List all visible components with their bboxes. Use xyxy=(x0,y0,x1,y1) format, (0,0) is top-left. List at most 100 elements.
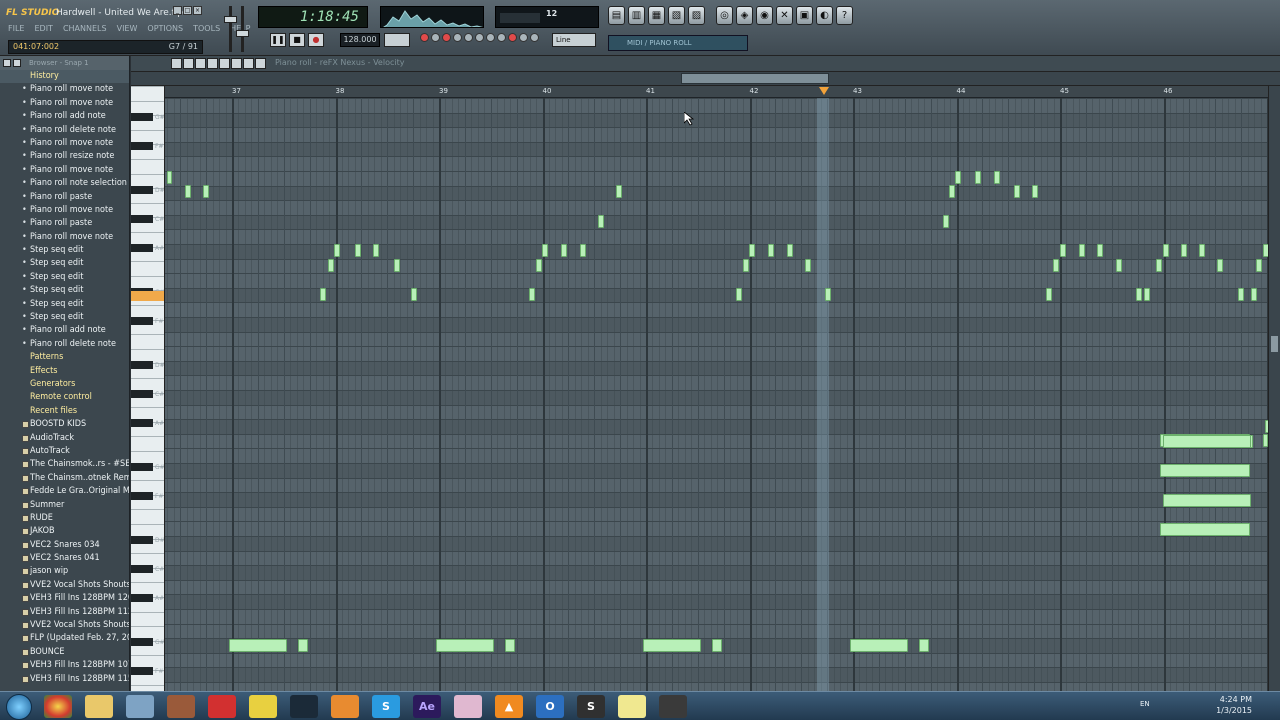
note[interactable] xyxy=(919,639,929,652)
black-key[interactable] xyxy=(131,565,153,574)
history-item[interactable]: Piano roll paste xyxy=(0,191,129,204)
play-pause-button[interactable]: ❚❚ xyxy=(270,33,286,47)
recent-file-item[interactable]: VVE2 Vocal Shots Shouts 24 xyxy=(0,619,129,632)
norton-icon[interactable] xyxy=(249,695,277,718)
browser-folder[interactable]: Effects xyxy=(0,365,129,378)
toggle-led[interactable] xyxy=(442,33,451,42)
minimize-icon[interactable]: _ xyxy=(173,6,182,15)
online-icon[interactable]: ◐ xyxy=(816,6,833,25)
black-key[interactable] xyxy=(131,185,153,194)
note[interactable] xyxy=(743,259,749,272)
recent-file-item[interactable]: jason wip xyxy=(0,565,129,578)
menu-item[interactable]: VIEW xyxy=(117,24,138,36)
history-item[interactable]: Piano roll resize note xyxy=(0,150,129,163)
note[interactable] xyxy=(203,185,209,198)
browser-app-icon[interactable] xyxy=(454,695,482,718)
note[interactable] xyxy=(1238,288,1244,301)
note[interactable] xyxy=(805,259,811,272)
piano-icon[interactable]: ◉ xyxy=(756,6,773,25)
recent-file-item[interactable]: VEH3 Fill Ins 128BPM 120 xyxy=(0,592,129,605)
history-item[interactable]: Piano roll delete note xyxy=(0,338,129,351)
note[interactable] xyxy=(355,244,361,257)
black-key[interactable] xyxy=(131,667,153,676)
black-key[interactable] xyxy=(131,390,153,398)
browser-folder[interactable]: Remote control xyxy=(0,391,129,404)
history-item[interactable]: Piano roll add note xyxy=(0,324,129,337)
note[interactable] xyxy=(1256,259,1262,272)
recent-file-item[interactable]: Fedde Le Gra..Original Mix) xyxy=(0,485,129,498)
note[interactable] xyxy=(167,171,172,184)
app-icon[interactable] xyxy=(208,695,236,718)
recent-file-item[interactable]: JAKOB xyxy=(0,525,129,538)
note[interactable] xyxy=(334,244,340,257)
black-key[interactable] xyxy=(131,360,153,369)
history-item[interactable]: Piano roll paste xyxy=(0,217,129,230)
note[interactable] xyxy=(949,185,955,198)
recent-file-item[interactable]: AudioTrack xyxy=(0,432,129,445)
maximize-icon[interactable]: □ xyxy=(183,6,192,15)
song-time-display[interactable]: 1:18:45 xyxy=(258,6,368,28)
note[interactable] xyxy=(320,288,326,301)
note[interactable] xyxy=(1163,494,1251,507)
chrome-icon[interactable] xyxy=(44,695,72,718)
select-tool-icon[interactable] xyxy=(231,58,242,69)
note[interactable] xyxy=(1160,523,1250,536)
note[interactable] xyxy=(768,244,774,257)
note[interactable] xyxy=(229,639,287,652)
history-item[interactable]: Piano roll move note xyxy=(0,164,129,177)
note-grid[interactable] xyxy=(165,98,1268,691)
piano-keyboard[interactable]: G#7F#7D#7C#7A#6G#6F#6D#6C#6A#5G#5F#5D#5C… xyxy=(131,86,165,691)
history-item[interactable]: Step seq edit xyxy=(0,244,129,257)
toggle-led[interactable] xyxy=(508,33,517,42)
note[interactable] xyxy=(394,259,400,272)
history-item[interactable]: Step seq edit xyxy=(0,311,129,324)
recent-file-item[interactable]: AutoTrack xyxy=(0,445,129,458)
note[interactable] xyxy=(1217,259,1223,272)
clock-time[interactable]: 4:24 PM xyxy=(1220,695,1252,704)
note[interactable] xyxy=(1163,244,1169,257)
recent-file-item[interactable]: FLP (Updated Feb. 27, 2014) xyxy=(0,632,129,645)
fl-studio-icon[interactable] xyxy=(290,695,318,718)
history-item[interactable]: Step seq edit xyxy=(0,284,129,297)
tools-icon[interactable]: ✕ xyxy=(776,6,793,25)
black-key[interactable] xyxy=(131,112,153,121)
history-item[interactable]: Piano roll add note xyxy=(0,110,129,123)
media-icon[interactable] xyxy=(331,695,359,718)
browser-folder[interactable]: Patterns xyxy=(0,351,129,364)
vlc-icon[interactable]: ▲ xyxy=(495,695,523,718)
note[interactable] xyxy=(787,244,793,257)
start-button[interactable] xyxy=(6,694,32,720)
recent-file-item[interactable]: VEH3 Fill Ins 128BPM 112 xyxy=(0,606,129,619)
save-icon[interactable]: ▣ xyxy=(796,6,813,25)
recent-file-item[interactable]: VEC2 Snares 034 xyxy=(0,539,129,552)
recent-file-item[interactable]: Summer xyxy=(0,499,129,512)
slice-tool-icon[interactable] xyxy=(219,58,230,69)
mixer-icon[interactable]: ▨ xyxy=(688,6,705,25)
note[interactable] xyxy=(373,244,379,257)
toggle-led[interactable] xyxy=(519,33,528,42)
history-item[interactable]: Step seq edit xyxy=(0,298,129,311)
note[interactable] xyxy=(411,288,417,301)
note[interactable] xyxy=(975,171,981,184)
note[interactable] xyxy=(505,639,515,652)
recent-file-item[interactable]: BOUNCE xyxy=(0,646,129,659)
browser-menu-icon[interactable] xyxy=(3,59,11,67)
language-indicator[interactable]: EN xyxy=(1140,700,1150,708)
history-item[interactable]: Step seq edit xyxy=(0,257,129,270)
menu-item[interactable]: OPTIONS xyxy=(147,24,183,36)
scroll-thumb[interactable] xyxy=(681,73,829,84)
recent-file-item[interactable]: VEC2 Snares 041 xyxy=(0,552,129,565)
note[interactable] xyxy=(712,639,722,652)
master-volume-slider[interactable] xyxy=(222,6,250,52)
note[interactable] xyxy=(328,259,334,272)
zoom-tool-icon[interactable] xyxy=(243,58,254,69)
note[interactable] xyxy=(298,639,308,652)
note[interactable] xyxy=(1046,288,1052,301)
black-key[interactable] xyxy=(131,141,153,150)
recent-file-item[interactable]: BOOSTD KIDS xyxy=(0,418,129,431)
note[interactable] xyxy=(1156,259,1162,272)
recent-file-item[interactable]: VEH3 Fill Ins 128BPM 115 xyxy=(0,673,129,686)
black-key[interactable] xyxy=(131,419,153,428)
history-item[interactable]: Piano roll move note xyxy=(0,204,129,217)
piano-roll-vertical-scrollbar[interactable] xyxy=(1268,86,1280,691)
